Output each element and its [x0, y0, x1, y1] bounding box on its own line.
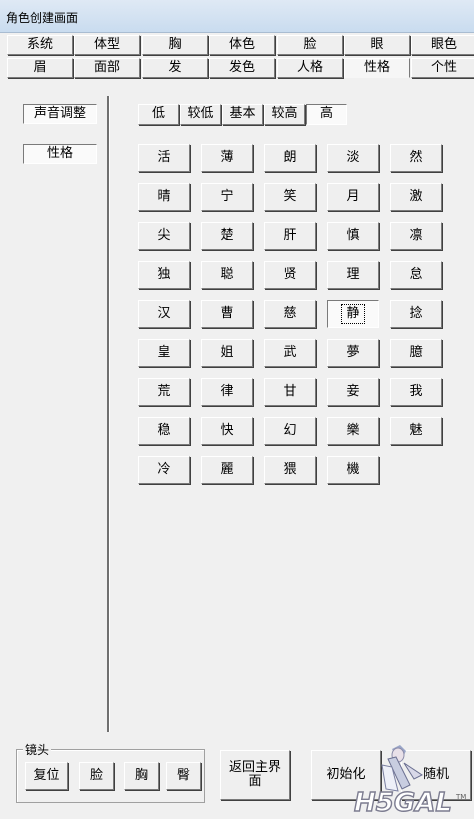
trait-button[interactable]: 武 [264, 339, 316, 367]
trait-button[interactable]: 猥 [264, 456, 316, 484]
trait-button[interactable]: 冷 [138, 456, 190, 484]
tab-3[interactable]: 胸 [142, 35, 208, 55]
trait-button[interactable]: 樂 [327, 417, 379, 445]
trait-button[interactable]: 理 [327, 261, 379, 289]
tab-13[interactable]: 性格 [344, 58, 410, 78]
trait-button[interactable]: 静 [327, 300, 379, 328]
camera-reset-button[interactable]: 复位 [25, 762, 68, 790]
trait-button[interactable]: 月 [327, 183, 379, 211]
tab-14[interactable]: 个性 [411, 58, 474, 78]
level-button-4[interactable]: 较高 [264, 104, 305, 125]
trait-button[interactable]: 荒 [138, 378, 190, 406]
trait-button[interactable]: 快 [201, 417, 253, 445]
trait-button[interactable]: 薄 [201, 144, 253, 172]
trait-button[interactable]: 然 [390, 144, 442, 172]
trait-button[interactable]: 活 [138, 144, 190, 172]
trait-button[interactable]: 贤 [264, 261, 316, 289]
trait-button[interactable]: 笑 [264, 183, 316, 211]
tab-8[interactable]: 眉 [7, 58, 73, 78]
tab-1[interactable]: 系统 [7, 35, 73, 55]
trait-button[interactable]: 律 [201, 378, 253, 406]
trait-button[interactable]: 晴 [138, 183, 190, 211]
tab-7[interactable]: 眼色 [411, 35, 474, 55]
trait-button[interactable]: 宁 [201, 183, 253, 211]
trait-button[interactable]: 独 [138, 261, 190, 289]
level-button-2[interactable]: 较低 [180, 104, 221, 125]
tab-4[interactable]: 体色 [209, 35, 275, 55]
voice-adjust-button[interactable]: 声音调整 [23, 104, 97, 124]
trait-button[interactable]: 機 [327, 456, 379, 484]
tab-6[interactable]: 眼 [344, 35, 410, 55]
tab-5[interactable]: 脸 [277, 35, 343, 55]
trait-button[interactable]: 慎 [327, 222, 379, 250]
personality-button[interactable]: 性格 [23, 144, 97, 164]
trait-button[interactable]: 我 [390, 378, 442, 406]
camera-chest-button[interactable]: 胸 [124, 762, 159, 790]
trait-button[interactable]: 皇 [138, 339, 190, 367]
level-button-5[interactable]: 高 [306, 104, 347, 125]
window-title: 角色创建画面 [6, 11, 79, 25]
trait-button[interactable]: 汉 [138, 300, 190, 328]
tab-12[interactable]: 人格 [277, 58, 343, 78]
tab-10[interactable]: 发 [142, 58, 208, 78]
trait-button[interactable]: 怠 [390, 261, 442, 289]
trait-button[interactable]: 淡 [327, 144, 379, 172]
title-bar: 角色创建画面 [0, 0, 474, 33]
panel-divider [107, 96, 110, 732]
camera-face-button[interactable]: 脸 [79, 762, 114, 790]
trait-button[interactable]: 麗 [201, 456, 253, 484]
camera-hip-button[interactable]: 臀 [166, 762, 201, 790]
trait-button[interactable]: 甘 [264, 378, 316, 406]
trait-button[interactable]: 楚 [201, 222, 253, 250]
trait-button[interactable]: 肝 [264, 222, 316, 250]
trait-button[interactable]: 凛 [390, 222, 442, 250]
camera-group-label: 镜头 [23, 741, 52, 758]
tab-2[interactable]: 体型 [74, 35, 140, 55]
trait-button[interactable]: 激 [390, 183, 442, 211]
trait-button[interactable]: 捻 [390, 300, 442, 328]
trait-button[interactable]: 幻 [264, 417, 316, 445]
trait-button[interactable]: 朗 [264, 144, 316, 172]
trait-button[interactable]: 尖 [138, 222, 190, 250]
tab-11[interactable]: 发色 [209, 58, 275, 78]
watermark-logo: H5GAL TM [353, 745, 466, 817]
trait-button[interactable]: 稳 [138, 417, 190, 445]
trait-button[interactable]: 姐 [201, 339, 253, 367]
trait-button[interactable]: 臆 [390, 339, 442, 367]
trait-button[interactable]: 夢 [327, 339, 379, 367]
level-button-3[interactable]: 基本 [222, 104, 263, 125]
trait-button[interactable]: 妾 [327, 378, 379, 406]
back-to-main-button[interactable]: 返回主界面 [220, 750, 290, 800]
tab-9[interactable]: 面部 [74, 58, 140, 78]
level-button-1[interactable]: 低 [138, 104, 179, 125]
svg-text:H5GAL: H5GAL [354, 788, 452, 817]
svg-text:TM: TM [455, 793, 466, 801]
trait-button[interactable]: 曹 [201, 300, 253, 328]
trait-button[interactable]: 慈 [264, 300, 316, 328]
trait-button[interactable]: 聪 [201, 261, 253, 289]
trait-button[interactable]: 魅 [390, 417, 442, 445]
